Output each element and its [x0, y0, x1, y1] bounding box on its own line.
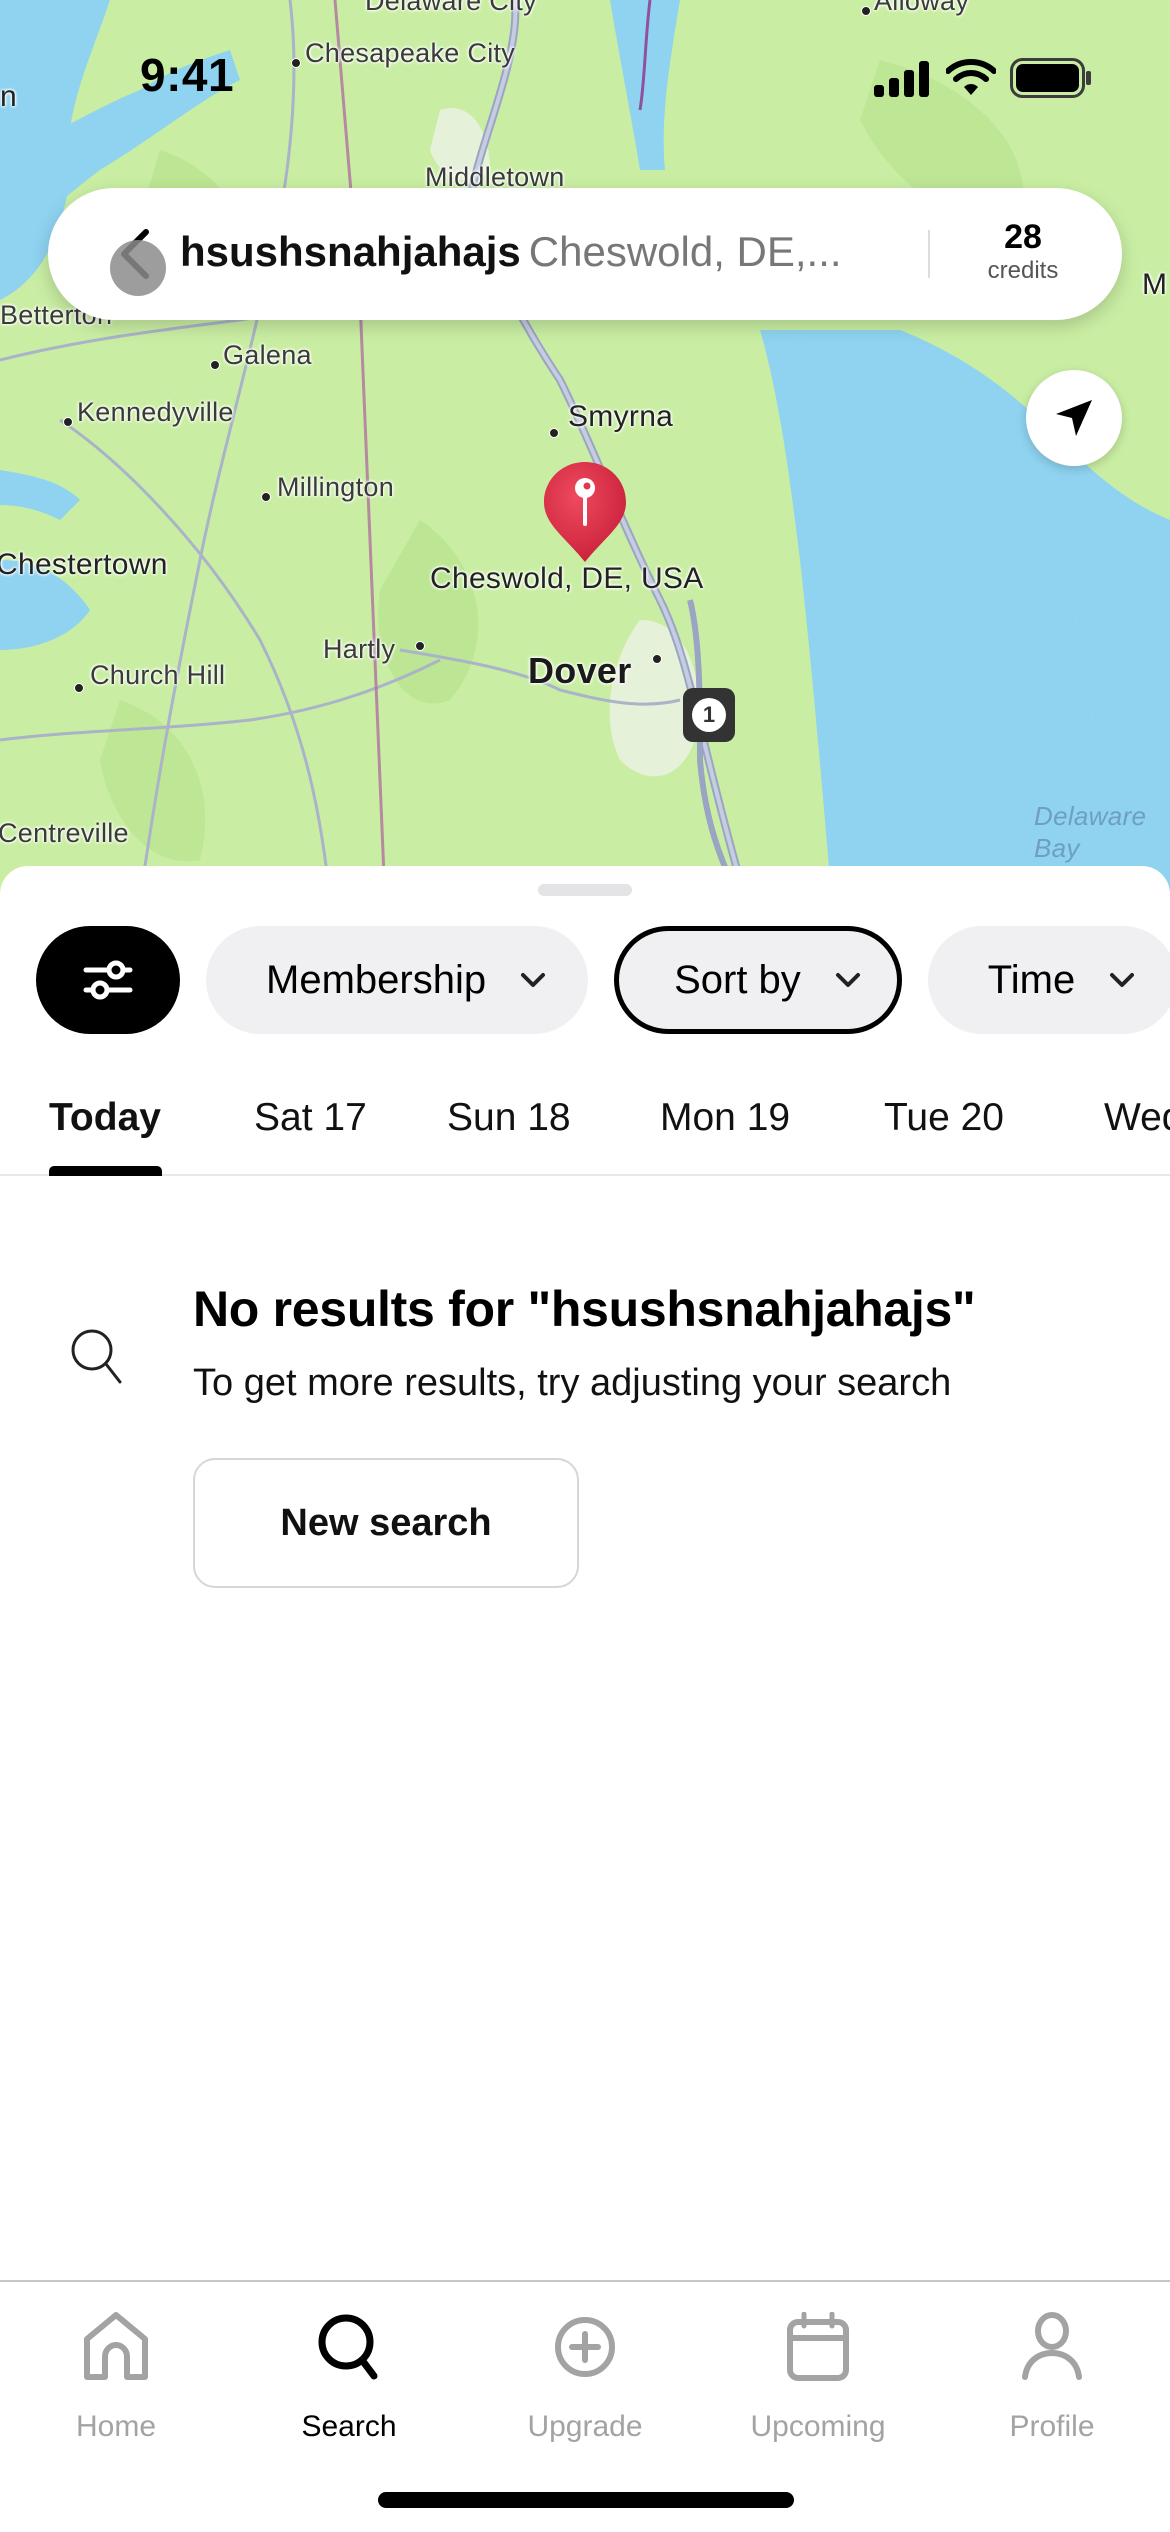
map-pin-icon [544, 462, 626, 562]
search-query[interactable]: hsushsnahjahajs Cheswold, DE,... [180, 228, 842, 276]
location-arrow-icon [1056, 400, 1092, 436]
map-label: Dover [528, 650, 632, 691]
date-tab-mon-19[interactable]: Mon 19 [660, 1096, 790, 1140]
date-tab-tue-20[interactable]: Tue 20 [884, 1096, 1004, 1140]
map-label: Kennedyville [77, 397, 234, 427]
credits-badge[interactable]: 28 credits [958, 218, 1088, 286]
tab-label: Upgrade [527, 2410, 643, 2443]
search-location: Cheswold, DE,... [528, 228, 842, 275]
map-label: Centreville [0, 818, 129, 848]
map-label: Millington [277, 472, 395, 502]
route-shield: 1 [683, 688, 735, 742]
date-tabs: Today Sat 17 Sun 18 Mon 19 Tue 20 Wed 21 [0, 1076, 1170, 1176]
tab-label: Home [75, 2410, 157, 2443]
current-location-button[interactable] [1026, 370, 1122, 466]
map-label: Smyrna [568, 400, 674, 433]
search-bar[interactable]: hsushsnahjahajs Cheswold, DE,... 28 credi… [48, 188, 1122, 320]
battery-icon [1010, 58, 1091, 98]
plus-circle-icon [555, 2317, 615, 2377]
filters-button[interactable] [36, 926, 180, 1034]
active-tab-indicator [49, 1166, 162, 1176]
home-icon [84, 2312, 148, 2380]
tab-label: Upcoming [750, 2410, 886, 2443]
person-icon [1022, 2312, 1082, 2380]
map-label: M [1142, 268, 1168, 301]
map-place-dot [74, 683, 84, 693]
tab-search[interactable]: Search [249, 2302, 449, 2444]
divider [928, 230, 930, 278]
tab-home[interactable]: Home [16, 2302, 216, 2444]
calendar-icon [787, 2312, 849, 2381]
tab-upgrade[interactable]: Upgrade [485, 2302, 685, 2444]
map-label: Hartly [323, 634, 396, 664]
chip-label: Membership [266, 957, 487, 1002]
map-place-dot [63, 417, 73, 427]
sheet-grabber[interactable] [538, 884, 632, 896]
search-icon [71, 1329, 122, 1384]
tab-label: Search [301, 2410, 397, 2443]
search-icon [318, 2314, 378, 2380]
touch-indicator [110, 240, 166, 296]
location-pin[interactable] [542, 460, 628, 564]
map-place-dot [210, 360, 220, 370]
credits-value: 28 [1004, 218, 1042, 256]
filter-bar: Membership Sort by Time [36, 926, 1170, 1034]
date-tab-wed-21[interactable]: Wed 21 [1104, 1096, 1170, 1140]
new-search-button[interactable]: New search [193, 1458, 579, 1588]
chevron-down-icon [1110, 973, 1135, 987]
cellular-signal-icon [874, 61, 929, 97]
status-time: 9:41 [140, 49, 235, 101]
time-filter-chip[interactable]: Time [927, 926, 1170, 1034]
status-icons [874, 58, 1092, 98]
map-label: Galena [223, 340, 312, 370]
status-bar: 9:41 [0, 0, 1170, 140]
route-shield-number: 1 [692, 698, 726, 732]
tab-profile[interactable]: Profile [952, 2302, 1152, 2444]
date-tab-sun-18[interactable]: Sun 18 [447, 1096, 571, 1140]
chip-label: Time [987, 957, 1076, 1002]
sort-by-chip[interactable]: Sort by [614, 926, 902, 1034]
chip-label: Sort by [674, 957, 801, 1002]
credits-label: credits [987, 257, 1059, 284]
map-place-dot [549, 428, 559, 438]
tab-upcoming[interactable]: Upcoming [718, 2302, 918, 2444]
chevron-down-icon [521, 973, 546, 987]
date-tab-sat-17[interactable]: Sat 17 [254, 1096, 367, 1140]
membership-filter-chip[interactable]: Membership [206, 926, 589, 1034]
map-label: Cheswold, DE, USA [430, 562, 704, 595]
sliders-icon [83, 960, 133, 1000]
wifi-icon [946, 59, 996, 95]
chevron-down-icon [835, 973, 860, 987]
tab-label: Profile [1009, 2410, 1095, 2443]
empty-state-subtitle: To get more results, try adjusting your … [193, 1362, 952, 1404]
date-tab-today[interactable]: Today [49, 1096, 161, 1140]
map-water-label: Delaware Bay [1034, 801, 1147, 863]
home-indicator[interactable] [378, 2492, 794, 2508]
search-term: hsushsnahjahajs [180, 228, 521, 275]
empty-state-title: No results for "hsushsnahjahajs" [193, 1281, 976, 1337]
map-place-dot [415, 641, 425, 651]
map-label: Chestertown [0, 548, 168, 581]
map-place-dot [261, 492, 271, 502]
map-label: Church Hill [90, 660, 226, 690]
map-place-dot [652, 654, 662, 664]
